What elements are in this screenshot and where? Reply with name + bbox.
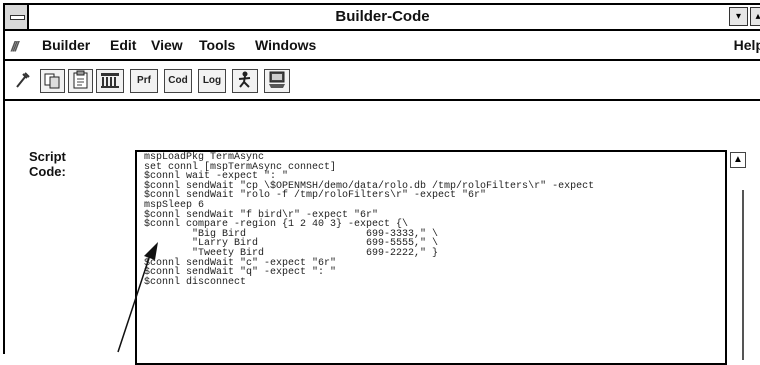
arrowhead-icon xyxy=(144,242,158,260)
annotation-arrow xyxy=(117,242,158,353)
